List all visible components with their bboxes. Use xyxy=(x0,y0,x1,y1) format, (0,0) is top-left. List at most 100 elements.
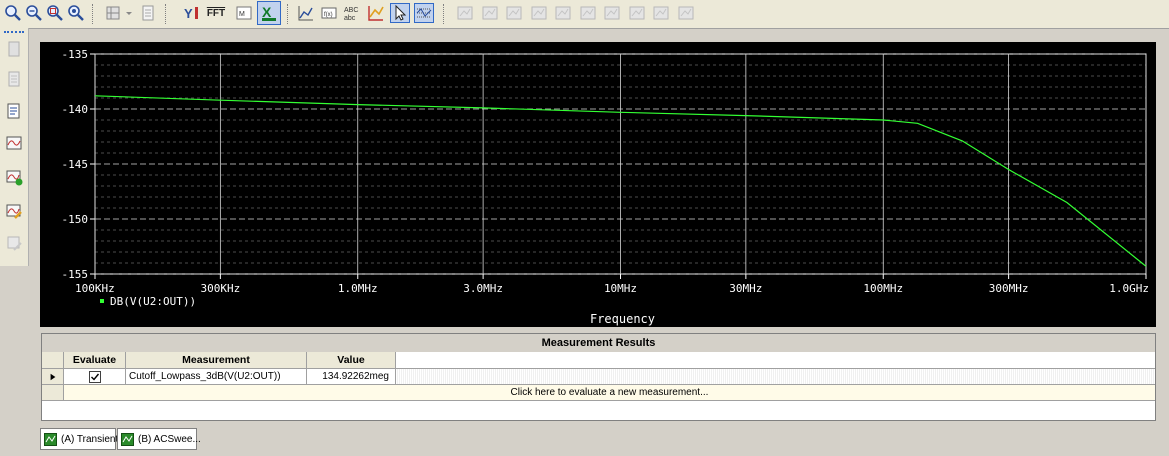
left-toolbar xyxy=(0,28,29,266)
row-header-corner xyxy=(42,352,64,369)
tab-transient[interactable]: (A) Transient xyxy=(40,428,119,450)
sidebar-button-1[interactable] xyxy=(5,40,23,58)
fft-icon: FFT xyxy=(206,7,226,19)
disabled-point-icon xyxy=(629,6,644,20)
y-tick-label: -140 xyxy=(62,103,89,116)
disabled-mark-button[interactable] xyxy=(455,3,475,23)
y-tick-label: -145 xyxy=(62,158,89,171)
x-tick-label: 30MHz xyxy=(729,282,762,295)
svg-text:f(x): f(x) xyxy=(324,12,333,18)
disabled-data-button[interactable] xyxy=(480,3,500,23)
transient-plot-icon xyxy=(44,433,57,446)
probe-plot[interactable]: -135 -140 -145 -150 -155100KHz 300KHz 1.0MHz 3.… xyxy=(40,42,1156,327)
new-row-selector xyxy=(42,385,64,401)
disabled-point-button[interactable] xyxy=(627,3,647,23)
toggle-cursor-icon xyxy=(106,6,120,20)
disabled-trough-button[interactable] xyxy=(529,3,549,23)
tab-acsweep-label: (B) ACSwee... xyxy=(138,434,201,445)
eval-button[interactable]: M xyxy=(234,3,254,23)
disabled-slope-icon xyxy=(555,6,571,20)
acsweep-plot-icon xyxy=(121,433,134,446)
excel-export-button[interactable]: X xyxy=(257,1,281,25)
disabled-min-icon xyxy=(580,6,595,20)
zoom-in-button[interactable] xyxy=(3,3,23,23)
eval-icon: M xyxy=(236,6,252,20)
toggle-cursor-button[interactable] xyxy=(104,3,124,23)
disabled-mark-icon xyxy=(457,6,473,20)
sidebar-button-3[interactable] xyxy=(5,102,23,120)
zoom-out-button[interactable] xyxy=(24,3,44,23)
measurement-cell[interactable]: Cutoff_Lowpass_3dB(V(U2:OUT)) xyxy=(126,369,307,385)
document-icon xyxy=(7,103,20,119)
disabled-max-icon xyxy=(604,6,620,20)
disabled-slope-button[interactable] xyxy=(553,3,573,23)
x-tick-label: 300KHz xyxy=(200,282,240,295)
zoom-in-icon xyxy=(5,5,21,21)
plot-button[interactable] xyxy=(296,3,316,23)
copy-button[interactable] xyxy=(138,3,158,23)
add-trace-icon: f(x) xyxy=(321,7,337,19)
legend-label: DB(V(U2:OUT)) xyxy=(110,295,196,308)
fft-button[interactable]: FFT xyxy=(204,3,228,23)
axis-settings-icon xyxy=(368,6,384,21)
axis-settings-button[interactable] xyxy=(366,3,386,23)
row-selector[interactable] xyxy=(42,369,64,385)
zoom-out-icon xyxy=(26,5,42,21)
text-label-button[interactable]: ABC abc xyxy=(342,3,362,23)
grid-button[interactable] xyxy=(414,3,434,23)
svg-text:M: M xyxy=(239,11,245,18)
svg-text:ABC: ABC xyxy=(344,7,358,14)
plot-icon xyxy=(298,6,313,21)
x-tick-label: 100MHz xyxy=(863,282,903,295)
new-measurement-row[interactable]: Click here to evaluate a new measurement… xyxy=(64,385,1155,401)
value-column-header[interactable]: Value xyxy=(307,352,396,369)
disabled-list-icon xyxy=(8,71,20,87)
chevron-down-icon xyxy=(126,12,132,15)
disabled-label-button[interactable] xyxy=(651,3,671,23)
excel-export-icon: X xyxy=(262,4,276,21)
tab-transient-label: (A) Transient xyxy=(61,434,119,445)
evaluate-column-header[interactable]: Evaluate xyxy=(64,352,126,369)
add-trace-button[interactable]: f(x) xyxy=(319,3,339,23)
edit-plot-icon xyxy=(6,204,22,219)
zoom-fit-button[interactable] xyxy=(66,3,86,23)
row-pointer-icon xyxy=(50,373,55,381)
x-tick-label: 10MHz xyxy=(604,282,637,295)
disabled-label-icon xyxy=(653,6,669,20)
add-plot-icon xyxy=(6,170,23,186)
disabled-wave-button[interactable] xyxy=(676,3,696,23)
svg-text:X: X xyxy=(262,4,272,20)
disabled-doc-icon xyxy=(8,41,20,57)
measurement-column-header[interactable]: Measurement xyxy=(126,352,307,369)
disabled-trough-icon xyxy=(531,6,546,20)
plot-window[interactable]: -135 -140 -145 -150 -155 100KHz 300KHz 1.0MHz 3.… xyxy=(40,42,1156,327)
svg-text:Y: Y xyxy=(184,6,193,21)
tab-acsweep[interactable]: (B) ACSwee... xyxy=(117,428,201,450)
measurement-results-panel: Measurement Results Evaluate Measurement… xyxy=(41,333,1156,421)
toggle-cursor-dropdown[interactable] xyxy=(124,3,134,23)
sidebar-button-2[interactable] xyxy=(5,70,23,88)
disabled-max-button[interactable] xyxy=(602,3,622,23)
disabled-peak-icon xyxy=(506,6,522,20)
text-label-icon: ABCabc xyxy=(344,7,358,22)
cursor-icon xyxy=(395,4,407,21)
sidebar-button-4[interactable] xyxy=(5,134,23,152)
y-axis-button[interactable]: Y xyxy=(182,3,202,23)
sidebar-button-6[interactable] xyxy=(5,202,23,220)
disabled-peak-button[interactable] xyxy=(504,3,524,23)
toolbar: Y FFT M X f(x) ABC abc xyxy=(0,0,1169,29)
grid-icon xyxy=(416,8,432,18)
header-filler xyxy=(396,352,1155,369)
cursor-button[interactable] xyxy=(390,3,410,23)
zoom-fit-icon xyxy=(68,5,84,21)
evaluate-checkbox-cell xyxy=(64,369,126,385)
checkmark-icon xyxy=(90,373,99,381)
x-tick-label: 300MHz xyxy=(989,282,1029,295)
evaluate-checkbox[interactable] xyxy=(88,371,101,383)
disabled-min-button[interactable] xyxy=(578,3,598,23)
svg-text:abc: abc xyxy=(344,15,356,22)
zoom-area-button[interactable] xyxy=(45,3,65,23)
measurement-results-title: Measurement Results xyxy=(42,334,1155,353)
sidebar-button-5[interactable] xyxy=(5,168,23,186)
sidebar-button-7[interactable] xyxy=(5,234,23,252)
